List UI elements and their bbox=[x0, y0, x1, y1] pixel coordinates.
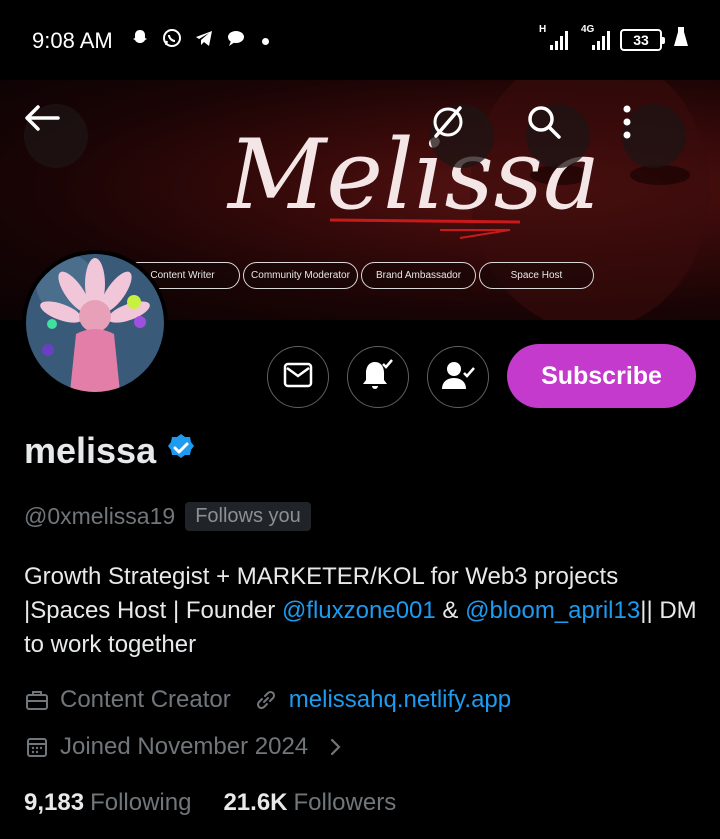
whatsapp-icon bbox=[162, 28, 182, 54]
avatar[interactable] bbox=[22, 250, 168, 396]
following-count: 9,183 bbox=[24, 789, 85, 816]
status-time: 9:08 AM bbox=[32, 28, 113, 53]
briefcase-icon bbox=[24, 687, 50, 713]
message-button[interactable] bbox=[267, 346, 329, 408]
joined-date: Joined November 2024 bbox=[60, 733, 309, 760]
battery-saver-icon bbox=[672, 26, 690, 53]
avatar-image bbox=[26, 254, 164, 392]
signal-icon: H bbox=[539, 24, 568, 50]
followers-stat[interactable]: 21.6K Followers bbox=[223, 789, 396, 817]
category-label: Content Creator bbox=[60, 686, 231, 713]
search-button[interactable] bbox=[526, 104, 590, 168]
meta-row-category: Content Creator melissahq.netlify.app bbox=[24, 686, 511, 714]
more-options-button[interactable] bbox=[622, 104, 686, 168]
display-name-row: melissa bbox=[24, 430, 196, 472]
bio-text-2: & bbox=[435, 597, 466, 624]
notification-icons bbox=[130, 28, 269, 54]
back-button[interactable] bbox=[24, 104, 88, 168]
chevron-right-icon bbox=[322, 734, 348, 760]
subscribe-button[interactable]: Subscribe bbox=[507, 344, 696, 408]
followers-label: Followers bbox=[293, 789, 397, 816]
grok-button[interactable] bbox=[430, 104, 494, 168]
follows-you-badge: Follows you bbox=[185, 502, 311, 531]
link-icon bbox=[253, 687, 279, 713]
meta-row-joined[interactable]: Joined November 2024 bbox=[24, 733, 358, 761]
website-link[interactable]: melissahq.netlify.app bbox=[289, 686, 511, 714]
verified-badge-icon[interactable] bbox=[166, 430, 196, 472]
bell-check-icon bbox=[360, 358, 396, 397]
battery-icon: 33 bbox=[620, 28, 665, 51]
calendar-icon bbox=[24, 734, 50, 760]
status-bar: 9:08 AM H 4G 33 bbox=[0, 0, 720, 80]
signal-4g-icon: 4G bbox=[581, 24, 610, 50]
handle: @0xmelissa19 bbox=[24, 503, 176, 529]
follow-stats: 9,183 Following 21.6K Followers bbox=[24, 789, 396, 817]
chat-icon bbox=[226, 28, 246, 54]
following-stat[interactable]: 9,183 Following bbox=[24, 789, 191, 817]
snapchat-icon bbox=[130, 28, 150, 54]
handle-row: @0xmelissa19 Follows you bbox=[24, 502, 311, 531]
display-name: melissa bbox=[24, 430, 157, 471]
telegram-icon bbox=[194, 28, 214, 54]
bio-mention-bloom[interactable]: @bloom_april13 bbox=[465, 597, 640, 624]
status-right: H 4G 33 bbox=[539, 24, 690, 53]
banner-pill-space-host: Space Host bbox=[479, 262, 594, 289]
banner-pill-brand-ambassador: Brand Ambassador bbox=[361, 262, 476, 289]
notifications-button[interactable] bbox=[347, 346, 409, 408]
user-check-icon bbox=[440, 359, 476, 396]
bio: Growth Strategist + MARKETER/KOL for Web… bbox=[24, 560, 704, 662]
mail-icon bbox=[283, 362, 313, 393]
followers-count: 21.6K bbox=[223, 789, 288, 816]
bio-mention-fluxzone[interactable]: @fluxzone001 bbox=[282, 597, 436, 624]
follow-status-button[interactable] bbox=[427, 346, 489, 408]
banner-pill-community-moderator: Community Moderator bbox=[243, 262, 358, 289]
more-notifications-dot bbox=[262, 37, 269, 45]
following-label: Following bbox=[90, 789, 192, 816]
